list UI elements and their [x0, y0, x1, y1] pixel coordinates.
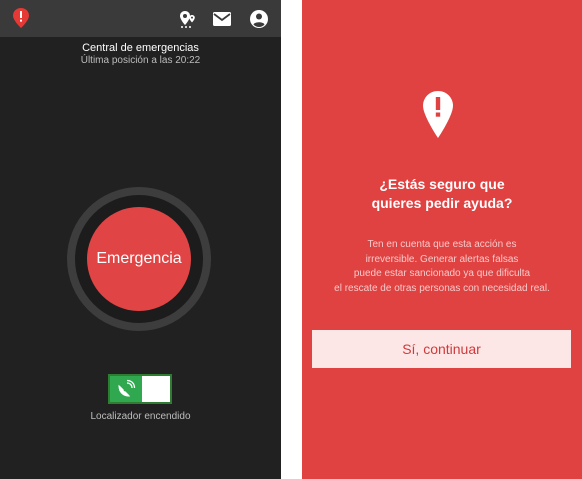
confirm-question: ¿Estás seguro que quieres pedir ayuda?: [302, 175, 582, 213]
false-alert-warning: Ten en cuenta que esta acción es irrever…: [302, 238, 582, 296]
confirm-continue-button[interactable]: Sí, continuar: [312, 330, 571, 368]
last-position-text: Última posición a las 20:22: [80, 55, 201, 66]
warning-line: irreversible. Generar alertas falsas: [365, 253, 519, 265]
question-line: ¿Estás seguro que: [379, 176, 505, 192]
emergency-button[interactable]: Emergencia: [87, 207, 191, 311]
warning-line: puede estar sancionado ya que dificulta: [353, 268, 531, 279]
warning-line: Ten en cuenta que esta acción es: [367, 239, 517, 250]
locator-toggle[interactable]: [108, 374, 172, 404]
app-bar: [0, 0, 281, 37]
locator-toggle-on-segment: [110, 376, 142, 402]
satellite-dish-icon: [118, 379, 136, 397]
question-line: quieres pedir ayuda?: [371, 195, 513, 211]
account-icon[interactable]: [249, 9, 269, 29]
header-title: Central de emergencias: [82, 42, 199, 54]
alert-pin-icon: [423, 91, 453, 138]
confirm-help-screen: ¿Estás seguro que quieres pedir ayuda? T…: [302, 0, 582, 479]
mail-icon[interactable]: [212, 9, 232, 29]
warning-line: el rescate de otras personas con necesid…: [334, 282, 550, 294]
emergency-home-screen: Central de emergencias Última posición a…: [0, 0, 281, 479]
map-pin-icon[interactable]: [178, 9, 198, 29]
locator-status-label: Localizador encendido: [90, 411, 191, 422]
alert-pin-icon: [13, 8, 29, 28]
